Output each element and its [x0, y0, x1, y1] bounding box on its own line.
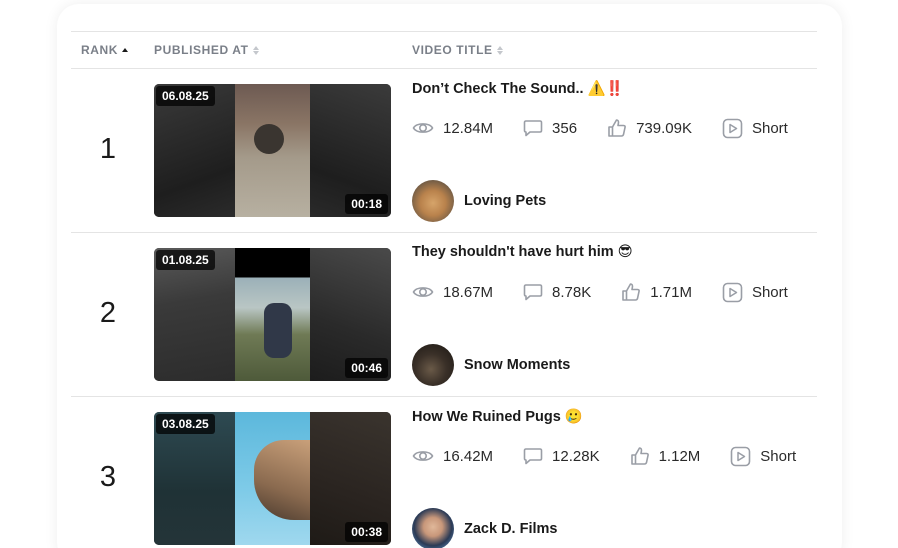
- person-avatar: [412, 344, 454, 386]
- comment-icon: [523, 448, 543, 465]
- video-duration: 00:46: [345, 358, 388, 378]
- channel-info[interactable]: Snow Moments: [412, 344, 570, 386]
- likes-stat: 1.71M: [621, 282, 692, 302]
- sort-arrows-icon: [496, 45, 503, 55]
- video-stats: 18.67M 8.78K 1.71M Short: [412, 280, 818, 304]
- channel-name: Zack D. Films: [464, 521, 558, 537]
- video-thumbnail[interactable]: 06.08.25 00:18: [154, 84, 391, 217]
- channel-name: Snow Moments: [464, 357, 571, 373]
- channel-info[interactable]: Loving Pets: [412, 180, 546, 222]
- play-square-icon: [730, 446, 751, 466]
- rank-number: 3: [99, 461, 117, 493]
- video-duration: 00:18: [345, 194, 388, 214]
- channel-info[interactable]: Zack D. Films: [412, 508, 557, 548]
- header-rank[interactable]: RANK: [81, 43, 129, 57]
- type-stat: Short: [730, 446, 796, 467]
- published-date: 01.08.25: [156, 250, 215, 270]
- comment-icon: [523, 284, 543, 301]
- comments-stat: 356: [523, 119, 577, 137]
- comments-stat: 12.28K: [523, 447, 600, 465]
- eye-icon: [412, 123, 434, 133]
- views-stat: 12.84M: [412, 120, 493, 137]
- table-row[interactable]: 1 06.08.25 00:18 Don’t Check The Sound..…: [71, 69, 817, 233]
- header-video-title[interactable]: VIDEO TITLE: [412, 43, 503, 57]
- eye-icon: [412, 287, 434, 297]
- video-thumbnail[interactable]: 01.08.25 00:46: [154, 248, 391, 381]
- video-thumbnail[interactable]: 03.08.25 00:38: [154, 412, 391, 545]
- views-stat: 18.67M: [412, 284, 493, 301]
- comment-icon: [523, 120, 543, 137]
- channel-name: Loving Pets: [464, 193, 547, 209]
- thumbs-up-icon: [622, 283, 641, 301]
- type-stat: Short: [722, 282, 788, 303]
- table-header: RANK PUBLISHED AT VIDEO TITLE: [71, 31, 817, 69]
- rank-number: 2: [99, 297, 117, 329]
- table-row[interactable]: 3 03.08.25 00:38 How We Ruined Pugs 🥲 16…: [71, 397, 817, 548]
- thumbs-up-icon: [630, 447, 649, 465]
- table-row[interactable]: 2 01.08.25 00:46 They shouldn't have hur…: [71, 233, 817, 397]
- published-date: 06.08.25: [156, 86, 215, 106]
- likes-stat: 1.12M: [630, 446, 700, 466]
- eye-icon: [412, 451, 434, 461]
- thumbs-up-icon: [608, 119, 626, 137]
- video-stats: 12.84M 356 739.09K Short: [412, 116, 818, 140]
- sort-arrows-icon: [252, 45, 259, 55]
- video-title[interactable]: Don’t Check The Sound.. ⚠️‼️: [412, 80, 624, 97]
- play-square-icon: [722, 282, 743, 302]
- views-stat: 16.42M: [412, 448, 493, 465]
- likes-stat: 739.09K: [607, 118, 692, 138]
- video-title[interactable]: How We Ruined Pugs 🥲: [412, 408, 583, 425]
- video-title[interactable]: They shouldn't have hurt him 😎: [412, 244, 633, 260]
- video-stats: 16.42M 12.28K 1.12M Short: [412, 444, 826, 468]
- type-stat: Short: [722, 118, 788, 139]
- rank-number: 1: [99, 133, 117, 165]
- man-avatar: [412, 508, 454, 548]
- comments-stat: 8.78K: [523, 283, 591, 301]
- sort-arrows-icon: [122, 48, 129, 52]
- header-published-at[interactable]: PUBLISHED AT: [154, 43, 259, 57]
- puppy-avatar: [412, 180, 454, 222]
- video-duration: 00:38: [345, 522, 388, 542]
- published-date: 03.08.25: [156, 414, 215, 434]
- play-square-icon: [722, 118, 743, 138]
